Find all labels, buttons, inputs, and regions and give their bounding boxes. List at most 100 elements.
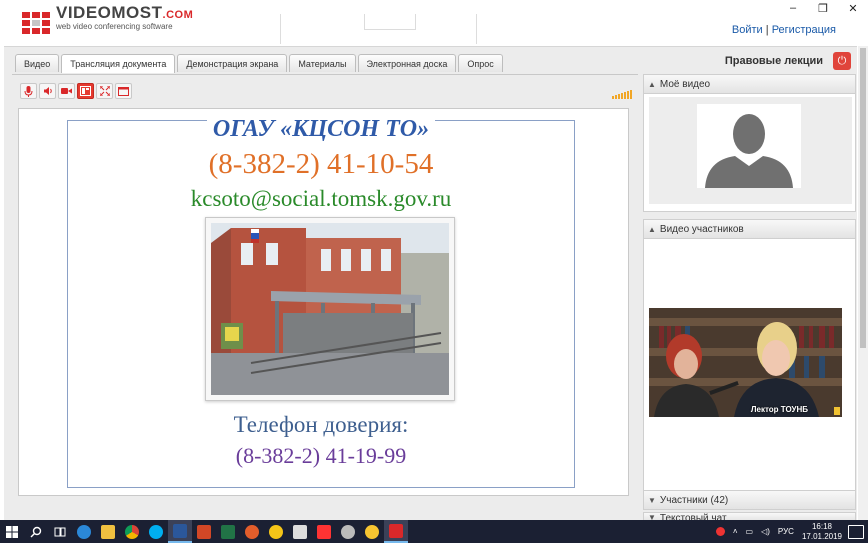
taskbar-app-remote[interactable]: [288, 520, 312, 543]
slide-trust-label: Телефон доверия:: [233, 412, 409, 437]
start-button[interactable]: [0, 520, 24, 543]
window-icon: [118, 86, 129, 96]
exit-conference-button[interactable]: ⏻: [833, 52, 851, 70]
my-video-area: [649, 97, 852, 204]
participant-camera-feed[interactable]: Лектор ТОУНБ: [649, 308, 842, 417]
header-divider: [280, 14, 281, 44]
camera-button[interactable]: [58, 83, 75, 99]
fullscreen-button[interactable]: [96, 83, 113, 99]
taskbar-app-emoji[interactable]: [360, 520, 384, 543]
windows-logo-icon: [6, 525, 18, 538]
show-hidden-icons[interactable]: ˄: [733, 527, 738, 536]
word-icon: [173, 523, 187, 538]
microphone-button[interactable]: [20, 83, 37, 99]
app-header: VIDEOMOST.COM web video conferencing sof…: [0, 0, 868, 46]
document-viewer[interactable]: ОГАУ «КЦСОН ТО» (8-382-2) 41-10-54 kcsot…: [18, 108, 629, 496]
slide-title: ОГАУ «КЦСОН ТО»: [67, 116, 575, 143]
tab-materials[interactable]: Материалы: [289, 54, 356, 72]
clock[interactable]: 16:18 17.01.2019: [802, 522, 842, 540]
taskbar-app-edge[interactable]: [72, 520, 96, 543]
tab-document-broadcast[interactable]: Трансляция документа: [61, 54, 176, 73]
auth-links: Войти | Регистрация: [731, 24, 836, 36]
taskbar-app-yandex[interactable]: [312, 520, 336, 543]
my-video-header[interactable]: ▲ Моё видео: [643, 74, 856, 94]
language-indicator[interactable]: РУС: [778, 527, 794, 536]
collapse-icon: ▲: [648, 79, 656, 89]
search-button[interactable]: [24, 520, 48, 543]
taskbar-app-reel[interactable]: [336, 520, 360, 543]
remote-desktop-icon: [293, 524, 307, 539]
document-panel: ОГАУ «КЦСОН ТО» (8-382-2) 41-10-54 kcsot…: [12, 74, 638, 521]
volume-icon[interactable]: ◁): [761, 527, 770, 536]
powerpoint-icon: [197, 524, 211, 539]
camera-participant-name: Лектор ТОУНБ: [750, 405, 808, 414]
excel-icon: [221, 524, 235, 539]
collapse-icon: ▲: [648, 224, 656, 234]
register-link[interactable]: Регистрация: [772, 24, 836, 36]
taskbar-app-explorer[interactable]: [96, 520, 120, 543]
logo-brand: VIDEOMOST.COM: [56, 3, 194, 22]
taskbar-app-norton[interactable]: [264, 520, 288, 543]
task-view-button[interactable]: [48, 520, 72, 543]
taskbar-app-powerpoint[interactable]: [192, 520, 216, 543]
microphone-icon: [24, 85, 33, 97]
participants-video-header[interactable]: ▲ Видео участников: [643, 219, 856, 239]
smiley-icon: [365, 524, 379, 539]
login-link[interactable]: Войти: [732, 24, 763, 36]
slide: ОГАУ «КЦСОН ТО» (8-382-2) 41-10-54 kcsot…: [67, 116, 575, 489]
minimize-button[interactable]: –: [778, 0, 808, 16]
media-toolbar: [20, 83, 132, 99]
restore-button[interactable]: ❐: [808, 0, 838, 16]
windows-taskbar: ˄ ▭ ◁) РУС 16:18 17.01.2019: [0, 520, 868, 543]
camera-indicator-icon: [834, 407, 840, 415]
user-silhouette-icon: [705, 114, 793, 188]
header-divider: [476, 14, 477, 44]
my-video-section: ▲ Моё видео: [643, 74, 856, 212]
expand-icon: ▼: [648, 495, 656, 505]
tab-poll[interactable]: Опрос: [458, 54, 503, 72]
camera-feed-image: [649, 308, 842, 417]
scrollbar-thumb[interactable]: [860, 48, 866, 348]
network-icon[interactable]: ▭: [746, 527, 754, 536]
skype-icon: [149, 524, 163, 539]
taskbar-app-excel[interactable]: [216, 520, 240, 543]
participants-section: ▼ Участники (42): [643, 490, 856, 510]
document-view-icon: [80, 86, 91, 96]
taskbar-app-word[interactable]: [168, 520, 192, 543]
task-view-icon: [54, 527, 66, 536]
page-scrollbar[interactable]: [858, 46, 868, 520]
speaker-button[interactable]: [39, 83, 56, 99]
taskbar-app-skype[interactable]: [144, 520, 168, 543]
taskbar-app-chrome[interactable]: [120, 520, 144, 543]
yandex-browser-icon: [317, 524, 331, 539]
tab-screen-share[interactable]: Демонстрация экрана: [177, 54, 288, 72]
tab-bar: Видео Трансляция документа Демонстрация …: [15, 54, 503, 73]
signal-strength-icon: [612, 89, 632, 99]
notifications-icon[interactable]: [848, 524, 864, 539]
chrome-icon: [125, 524, 139, 539]
tray-app-icon[interactable]: [715, 527, 725, 536]
videomost-logo[interactable]: VIDEOMOST.COM web video conferencing sof…: [22, 4, 193, 35]
participants-video-section: ▲ Видео участников Лектор ТОУНБ: [643, 219, 856, 491]
tab-whiteboard[interactable]: Электронная доска: [357, 54, 457, 72]
media-player-icon: [245, 524, 259, 539]
slide-email: kcsoto@social.tomsk.gov.ru: [190, 186, 452, 211]
window-mode-button[interactable]: [115, 83, 132, 99]
film-reel-icon: [341, 524, 355, 539]
tab-video[interactable]: Видео: [15, 54, 60, 72]
edge-icon: [77, 524, 91, 539]
videomost-icon: [389, 523, 403, 538]
speaker-icon: [43, 87, 52, 95]
taskbar-app-media[interactable]: [240, 520, 264, 543]
document-view-button[interactable]: [77, 83, 94, 99]
participants-header[interactable]: ▼ Участники (42): [643, 490, 856, 510]
logo-mark-icon: [22, 12, 50, 34]
close-button[interactable]: ✕: [838, 0, 868, 16]
taskbar-app-videomost[interactable]: [384, 520, 408, 543]
window-controls: – ❐ ✕: [778, 0, 868, 16]
conference-frame: Видео Трансляция документа Демонстрация …: [4, 46, 857, 521]
avatar: [697, 104, 801, 188]
header-placeholder-box: [364, 14, 416, 30]
power-icon: ⏻: [837, 54, 847, 67]
folder-icon: [101, 524, 115, 539]
